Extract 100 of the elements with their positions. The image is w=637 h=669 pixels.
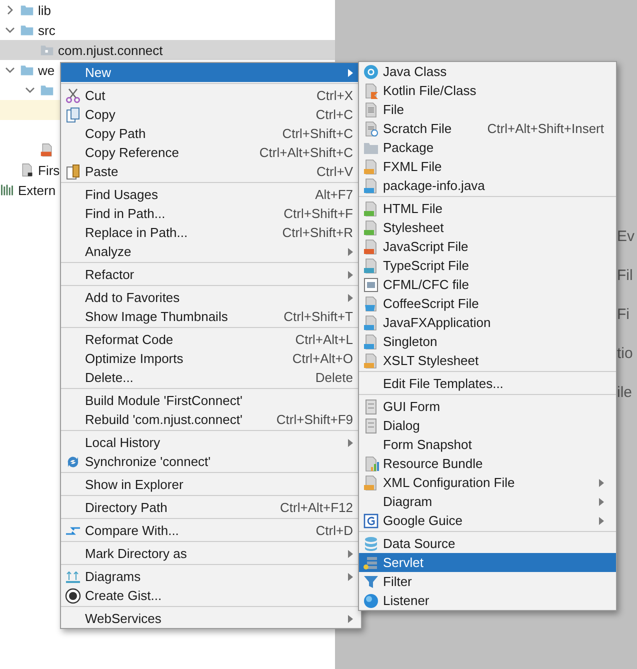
bar-chart-icon (363, 456, 379, 472)
menu-item[interactable]: GUI Form (359, 397, 616, 416)
menu-item[interactable]: JavaScript File (359, 237, 616, 256)
menu-item[interactable]: File (359, 100, 616, 119)
menu-item[interactable]: Build Module 'FirstConnect' (61, 391, 361, 410)
shortcut-label: Ctrl+Shift+F9 (276, 412, 353, 427)
square-icon (363, 512, 379, 528)
database-icon (363, 536, 379, 552)
menu-item[interactable]: Scratch File Ctrl+Alt+Shift+Insert (359, 119, 616, 138)
shortcut-label: Ctrl+Shift+F (284, 206, 353, 221)
document-icon (363, 82, 379, 98)
form-icon (363, 398, 379, 414)
shortcut-label: Ctrl+V (316, 164, 353, 179)
background-text: tio (617, 345, 634, 364)
menu-item[interactable]: Resource Bundle (359, 454, 616, 473)
clipboard-icon (65, 164, 81, 180)
document-icon (363, 276, 379, 292)
menu-item[interactable]: FXML File (359, 157, 616, 176)
shortcut-label: Ctrl+Alt+Shift+Insert (487, 121, 604, 136)
menu-item[interactable]: HTML File (359, 199, 616, 218)
tree-row[interactable]: com.njust.connect (0, 40, 335, 60)
tree-item-label[interactable]: lib (38, 2, 52, 18)
shortcut-label: Alt+F7 (315, 187, 353, 202)
menu-item[interactable]: package-info.java (359, 176, 616, 195)
background-text: Fi (617, 306, 630, 325)
shortcut-label: Ctrl+Alt+O (292, 351, 353, 366)
menu-item[interactable]: Edit File Templates... (359, 374, 616, 393)
menu-item[interactable]: Rebuild 'com.njust.connect' Ctrl+Shift+F9 (61, 410, 361, 429)
document-icon (363, 258, 379, 274)
library-icon (0, 183, 14, 197)
document-icon (363, 178, 379, 194)
menu-item[interactable]: CFML/CFC file (359, 275, 616, 294)
background-text: Ev (617, 228, 636, 247)
menu-item[interactable]: Package (359, 138, 616, 157)
document-icon (363, 200, 379, 216)
shortcut-label: Ctrl+Alt+L (295, 332, 353, 347)
sphere-icon (363, 592, 379, 608)
document-icon (363, 352, 379, 368)
menu-item[interactable]: Dialog (359, 416, 616, 435)
document-icon (363, 120, 379, 136)
menu-item[interactable]: Form Snapshot (359, 435, 616, 454)
menu-item[interactable]: Directory Path Ctrl+Alt+F12 (61, 498, 361, 517)
shortcut-label: Ctrl+Shift+R (282, 225, 353, 240)
document-icon (363, 474, 379, 490)
menu-item[interactable]: JavaFXApplication (359, 313, 616, 332)
menu-item[interactable]: Listener (359, 591, 616, 610)
background-text: Fil (617, 267, 634, 286)
shortcut-label: Ctrl+C (316, 107, 353, 122)
menu-item[interactable]: Synchronize 'connect' (61, 452, 361, 471)
folder-icon (20, 3, 34, 17)
menu-item[interactable]: Reformat Code Ctrl+Alt+L (61, 330, 361, 349)
folder-icon (40, 43, 54, 57)
menu-item[interactable]: Kotlin File/Class (359, 81, 616, 100)
document-icon (363, 296, 379, 312)
shortcut-label: Delete (315, 370, 353, 385)
tree-item-label[interactable]: src (38, 22, 56, 38)
menu-item[interactable]: Cut Ctrl+X (61, 86, 361, 105)
class-icon (363, 64, 379, 80)
shortcut-label: Ctrl+Shift+T (284, 309, 353, 324)
shortcut-label: Ctrl+Shift+C (282, 126, 353, 141)
document-icon (363, 220, 379, 236)
menu-item[interactable]: Find in Path... Ctrl+Shift+F (61, 204, 361, 223)
menu-item[interactable]: XML Configuration File (359, 473, 616, 492)
tree-item-label[interactable]: we (38, 62, 55, 78)
document-icon (363, 102, 379, 118)
shortcut-label: Ctrl+X (316, 88, 353, 103)
tree-item-label[interactable]: Extern (18, 182, 56, 198)
menu-item[interactable]: Replace in Path... Ctrl+Shift+R (61, 223, 361, 242)
menu-item[interactable]: Stylesheet (359, 218, 616, 237)
menu-item[interactable]: TypeScript File (359, 256, 616, 275)
tree-item-label[interactable]: com.njust.connect (58, 42, 163, 58)
menu-item[interactable]: Java Class (359, 62, 616, 81)
menu-item[interactable]: Optimize Imports Ctrl+Alt+O (61, 349, 361, 368)
document-icon (363, 314, 379, 330)
menu-item[interactable]: Compare With... Ctrl+D (61, 521, 361, 540)
jsp-file-icon (40, 143, 54, 157)
menu-item[interactable]: XSLT Stylesheet (359, 351, 616, 370)
tree-item-label[interactable]: Firs (38, 162, 60, 178)
menu-item[interactable]: Show in Explorer (61, 475, 361, 494)
folder-icon (40, 83, 54, 97)
menu-item[interactable]: Singleton (359, 332, 616, 351)
document-icon (363, 238, 379, 254)
shortcut-label: Ctrl+Alt+Shift+C (259, 145, 353, 160)
menu-item[interactable]: Delete... Delete (61, 368, 361, 387)
menu-item[interactable]: Servlet (359, 553, 616, 572)
menu-item[interactable]: CoffeeScript File (359, 294, 616, 313)
module-file-icon (20, 163, 34, 177)
menu-item[interactable]: Diagram (359, 492, 616, 511)
shortcut-label: Ctrl+Alt+F12 (280, 500, 353, 515)
diagram-icon (65, 568, 81, 584)
menu-item[interactable]: Find Usages Alt+F7 (61, 185, 361, 204)
server-stack-icon (363, 554, 379, 570)
menu-item[interactable]: Copy Reference Ctrl+Alt+Shift+C (61, 143, 361, 162)
menu-item[interactable]: Show Image Thumbnails Ctrl+Shift+T (61, 307, 361, 326)
menu-item[interactable]: New (61, 63, 361, 82)
menu-item[interactable]: Filter (359, 572, 616, 591)
menu-item[interactable]: Copy Path Ctrl+Shift+C (61, 124, 361, 143)
menu-item[interactable]: Google Guice (359, 511, 616, 530)
menu-item[interactable]: Data Source (359, 534, 616, 553)
form-icon (363, 418, 379, 434)
